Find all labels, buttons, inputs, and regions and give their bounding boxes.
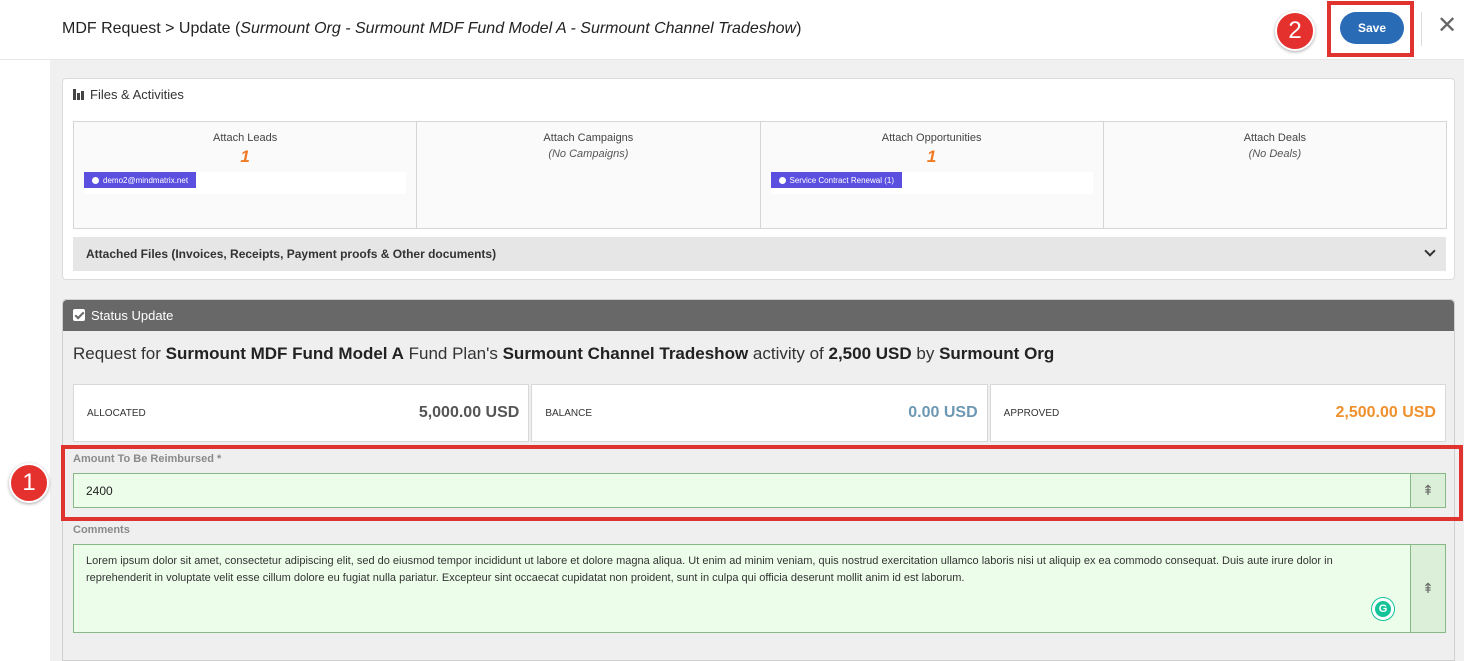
- status-update-header: Status Update: [63, 300, 1454, 331]
- title-context: Surmount Org - Surmount MDF Fund Model A…: [240, 20, 797, 37]
- request-org: Surmount Org: [939, 344, 1055, 363]
- stat-balance: BALANCE 0.00 USD: [531, 384, 988, 442]
- attach-row: Attach Leads 1 demo2@mindmatrix.net Atta…: [73, 121, 1447, 229]
- stat-approved: APPROVED 2,500.00 USD: [989, 384, 1446, 442]
- request-activity: Surmount Channel Tradeshow: [502, 344, 749, 363]
- request-fund: Surmount MDF Fund Model A: [165, 344, 404, 363]
- attach-leads-label: Attach Leads: [213, 132, 278, 144]
- save-highlight-box: [1327, 1, 1414, 57]
- comments-textarea[interactable]: Lorem ipsum dolor sit amet, consectetur …: [73, 544, 1411, 633]
- files-activities-title: Files & Activities: [90, 87, 184, 102]
- files-activities-panel: Files & Activities Attach Leads 1 demo2@…: [62, 78, 1455, 280]
- lead-chip[interactable]: demo2@mindmatrix.net: [84, 172, 197, 188]
- attach-leads-cell[interactable]: Attach Leads 1 demo2@mindmatrix.net: [73, 121, 418, 229]
- bar-chart-icon: [73, 89, 84, 100]
- attach-opportunities-cell[interactable]: Attach Opportunities 1 Service Contract …: [759, 121, 1104, 229]
- attach-deals-empty: (No Deals): [1248, 148, 1302, 160]
- stat-allocated-label: ALLOCATED: [87, 408, 146, 419]
- request-text-4: by: [911, 344, 940, 363]
- status-update-title: Status Update: [91, 308, 174, 323]
- files-activities-header: Files & Activities: [73, 87, 184, 102]
- opportunities-chip-row: Service Contract Renewal (1): [770, 172, 1093, 194]
- title-suffix: ): [796, 20, 802, 37]
- attach-campaigns-label: Attach Campaigns: [543, 132, 634, 144]
- request-amount: 2,500 USD: [828, 344, 912, 363]
- attach-campaigns-empty: (No Campaigns): [548, 148, 629, 160]
- stat-approved-label: APPROVED: [1003, 408, 1060, 419]
- leads-chip-row: demo2@mindmatrix.net: [84, 172, 406, 194]
- attach-deals-cell[interactable]: Attach Deals (No Deals): [1102, 121, 1447, 229]
- grammarly-icon[interactable]: G: [1372, 598, 1394, 620]
- request-text-3: activity of: [748, 344, 829, 363]
- stat-balance-value: 0.00 USD: [908, 404, 978, 421]
- checkbox-icon: [73, 309, 85, 321]
- stat-allocated: ALLOCATED 5,000.00 USD: [73, 384, 530, 442]
- expand-icon: ⇞: [1422, 580, 1434, 596]
- page-title: MDF Request > Update (Surmount Org - Sur…: [62, 20, 801, 38]
- stat-approved-value: 2,500.00 USD: [1335, 404, 1436, 421]
- step-badge-1: 1: [9, 463, 49, 503]
- attach-leads-count: 1: [240, 147, 250, 166]
- request-summary: Request for Surmount MDF Fund Model A Fu…: [73, 344, 1054, 364]
- modal-header: MDF Request > Update (Surmount Org - Sur…: [0, 0, 1464, 60]
- fund-stats: ALLOCATED 5,000.00 USD BALANCE 0.00 USD …: [73, 384, 1446, 442]
- lead-chip-label: demo2@mindmatrix.net: [103, 175, 189, 185]
- title-prefix: MDF Request > Update (: [62, 20, 241, 37]
- step-badge-2: 2: [1275, 11, 1315, 51]
- close-icon[interactable]: ✕: [1437, 14, 1457, 38]
- opportunity-chip-label: Service Contract Renewal (1): [789, 175, 894, 185]
- stat-allocated-value: 5,000.00 USD: [418, 404, 520, 421]
- attach-campaigns-cell[interactable]: Attach Campaigns (No Campaigns): [416, 121, 761, 229]
- request-text-1: Request for: [73, 344, 166, 363]
- comments-label: Comments: [73, 524, 130, 536]
- attach-opportunities-count: 1: [926, 147, 937, 166]
- chevron-down-icon: [1424, 245, 1436, 257]
- header-divider: [1421, 12, 1422, 46]
- group-icon: [778, 176, 786, 184]
- attached-files-label: Attached Files (Invoices, Receipts, Paym…: [86, 247, 497, 261]
- comments-expand-button[interactable]: ⇞: [1410, 544, 1446, 633]
- attached-files-toggle[interactable]: Attached Files (Invoices, Receipts, Paym…: [73, 237, 1446, 271]
- amount-highlight-box: [61, 445, 1463, 521]
- request-text-2: Fund Plan's: [403, 344, 503, 363]
- user-icon: [92, 176, 99, 184]
- attach-opportunities-label: Attach Opportunities: [881, 132, 982, 144]
- attach-deals-label: Attach Deals: [1243, 132, 1307, 144]
- stat-balance-label: BALANCE: [545, 408, 593, 419]
- comments-text: Lorem ipsum dolor sit amet, consectetur …: [86, 555, 1333, 584]
- opportunity-chip[interactable]: Service Contract Renewal (1): [770, 172, 902, 188]
